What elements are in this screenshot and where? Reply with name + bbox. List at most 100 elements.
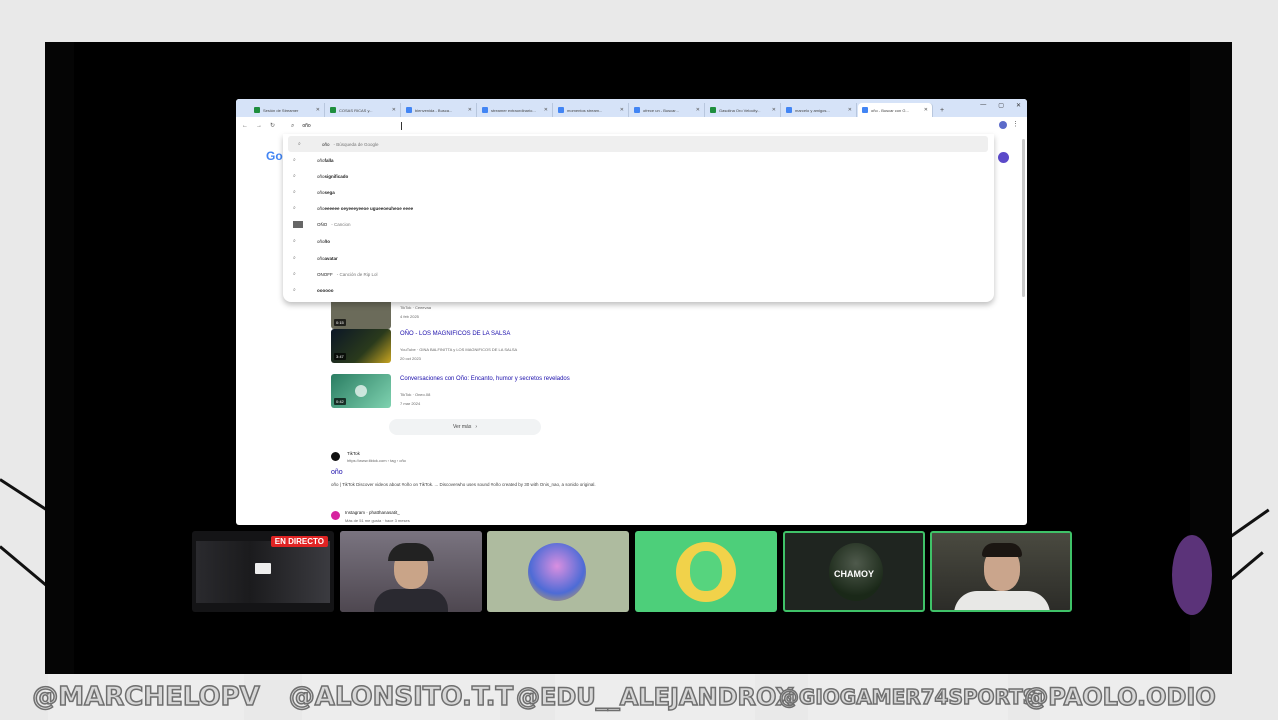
search-icon: ⌕ xyxy=(293,157,296,163)
play-icon xyxy=(355,385,367,397)
search-icon: ⌕ xyxy=(293,189,296,195)
stream-layout: Sesión de Streamer ✕ COSAS RICAS y... ✕ bi… xyxy=(0,0,1278,720)
menu-icon[interactable]: ⋮ xyxy=(1012,120,1019,128)
browser-tab[interactable]: streamer extraordinario... ✕ xyxy=(478,103,553,117)
browser-tab[interactable]: bienvenida - Busca... ✕ xyxy=(402,103,477,117)
video-result[interactable]: 3:47 OÑO - LOS MAGNIFICOS DE LA SALSA Yo… xyxy=(331,329,517,363)
search-icon: ⌕ xyxy=(293,287,296,293)
result-source-name: TikTok xyxy=(347,451,360,456)
video-date: 20 oct 2023 xyxy=(400,356,421,361)
avatar-label: CHAMOY xyxy=(834,569,874,579)
video-title[interactable]: OÑO - LOS MAGNIFICOS DE LA SALSA xyxy=(400,331,517,337)
forward-icon[interactable]: → xyxy=(256,123,262,129)
close-tab-icon[interactable]: ✕ xyxy=(620,107,624,113)
video-meta: TikTok · Oneo.08 xyxy=(400,392,431,397)
screen-share-icon xyxy=(255,563,271,574)
browser-tab[interactable]: ofrece un - Buscar... ✕ xyxy=(630,103,705,117)
video-meta: YouTube · GINA BALFINITTA y LOS MAGNIFIC… xyxy=(400,347,518,352)
tab-bar: Sesión de Streamer ✕ COSAS RICAS y... ✕ bi… xyxy=(236,99,1027,117)
username-banner: @GIOGAMER74SPORTS xyxy=(778,674,1038,720)
suggestion-item[interactable]: ⌕ oooooo xyxy=(283,282,994,298)
suggestion-item[interactable]: ⌕ oño falla xyxy=(283,152,994,168)
address-bar[interactable]: ⌕ oño xyxy=(285,119,994,133)
song-thumbnail-icon xyxy=(293,220,303,228)
close-tab-icon[interactable]: ✕ xyxy=(696,107,700,113)
tab-favicon-icon xyxy=(786,107,792,113)
shared-browser-window: Sesión de Streamer ✕ COSAS RICAS y... ✕ bi… xyxy=(236,99,1027,525)
close-window-icon[interactable]: ✕ xyxy=(1016,102,1021,109)
participant-tile-avatar[interactable] xyxy=(487,531,629,612)
decor-blob xyxy=(1172,535,1212,615)
close-tab-icon[interactable]: ✕ xyxy=(924,107,928,113)
browser-tab[interactable]: Sesión de Streamer ✕ xyxy=(250,103,325,117)
browser-tab[interactable]: momentos stream... ✕ xyxy=(554,103,629,117)
close-tab-icon[interactable]: ✕ xyxy=(544,107,548,113)
window-controls: — ▢ ✕ xyxy=(980,102,1021,109)
video-date: 7 mar 2024 xyxy=(400,401,421,406)
minimize-icon[interactable]: — xyxy=(980,102,986,109)
participant-tile-webcam[interactable] xyxy=(340,531,482,612)
search-suggestions-dropdown: ⌕ oño - Búsqueda de Google ⌕ oño falla ⌕ oño … xyxy=(283,134,994,302)
result-meta: Más de 51 me gusta · hace 3 meses xyxy=(345,518,410,523)
video-thumbnail[interactable]: 3:47 xyxy=(331,329,391,363)
browser-tab[interactable]: marcelo y amigos... ✕ xyxy=(782,103,857,117)
suggestion-item[interactable]: ⌕ oño avatar xyxy=(283,250,994,266)
close-tab-icon[interactable]: ✕ xyxy=(772,107,776,113)
tab-favicon-icon xyxy=(862,107,868,113)
back-icon[interactable]: ← xyxy=(242,123,248,129)
google-logo[interactable]: Go xyxy=(266,149,283,163)
tab-favicon-icon xyxy=(558,107,564,113)
browser-tab-active[interactable]: oño - Buscar con G... ✕ xyxy=(858,103,933,117)
close-tab-icon[interactable]: ✕ xyxy=(468,107,472,113)
search-icon: ⌕ xyxy=(293,238,296,244)
close-tab-icon[interactable]: ✕ xyxy=(848,107,852,113)
new-tab-icon[interactable]: + xyxy=(940,107,944,114)
browser-tab[interactable]: Gasolina Oro Velocity... ✕ xyxy=(706,103,781,117)
video-thumbnail[interactable]: 0:42 xyxy=(331,374,391,408)
live-badge: EN DIRECTO xyxy=(270,536,328,547)
suggestion-item[interactable]: ⌕ oño eeeeee oeyeeeyeeoe ugueeoeuheoe eeee xyxy=(283,200,994,216)
video-date: 4 feb 2025 xyxy=(400,314,419,319)
search-icon: ⌕ xyxy=(293,271,296,277)
profile-avatar[interactable] xyxy=(999,121,1007,129)
browser-tab[interactable]: COSAS RICAS y... ✕ xyxy=(326,103,401,117)
search-icon: ⌕ xyxy=(293,173,296,179)
text-caret xyxy=(400,122,402,130)
suggestion-item[interactable]: ⌕ oño significado xyxy=(283,168,994,184)
suggestion-item[interactable]: ⌕ oño - Búsqueda de Google xyxy=(288,136,988,152)
video-title[interactable]: Conversaciones con Oño: Encanto, humor y… xyxy=(400,376,570,382)
participant-tile-webcam[interactable] xyxy=(930,531,1072,612)
maximize-icon[interactable]: ▢ xyxy=(998,102,1004,109)
suggestion-item[interactable]: ⌕ oño ño xyxy=(283,233,994,249)
close-tab-icon[interactable]: ✕ xyxy=(316,107,320,113)
participant-tile-avatar[interactable] xyxy=(635,531,777,612)
discord-mascot-icon xyxy=(690,551,722,591)
result-source-name: Instagram · phatthanasatit_ xyxy=(345,510,400,515)
account-avatar[interactable] xyxy=(998,152,1009,163)
tiktok-logo-icon xyxy=(331,452,340,461)
tab-favicon-icon xyxy=(406,107,412,113)
see-more-button[interactable]: Ver más › xyxy=(389,419,541,435)
username-banner: @ALONSITO.T.T xyxy=(288,674,514,720)
participant-tile-avatar[interactable]: CHAMOY xyxy=(783,531,925,612)
result-snippet: oño | TikTok Discover videos about #oño … xyxy=(331,482,596,487)
result-title[interactable]: oño xyxy=(331,469,343,476)
search-icon: ⌕ xyxy=(293,255,296,261)
suggestion-item[interactable]: ⌕ ONOFF - Canción de Rip Lol xyxy=(283,266,994,282)
participant-body xyxy=(374,589,448,612)
reload-icon[interactable]: ↻ xyxy=(270,122,275,129)
search-icon: ⌕ xyxy=(291,122,295,129)
close-tab-icon[interactable]: ✕ xyxy=(392,107,396,113)
result-url[interactable]: https://www.tiktok.com › tag › oño xyxy=(347,458,467,463)
participant-body xyxy=(954,591,1050,610)
participant-tile-screen-share[interactable]: EN DIRECTO xyxy=(192,531,334,612)
search-icon: ⌕ xyxy=(298,141,301,147)
tab-favicon-icon xyxy=(330,107,336,113)
instagram-logo-icon xyxy=(331,511,340,520)
username-banner: @EDU__ALEJANDROX xyxy=(515,674,795,720)
page-scrollbar[interactable] xyxy=(1022,139,1025,297)
username-banner: @MARCHELOPV xyxy=(31,674,261,720)
suggestion-item[interactable]: ⌕ oño sega xyxy=(283,184,994,200)
suggestion-item[interactable]: OÑO - Cancion xyxy=(283,216,994,232)
video-result[interactable]: 0:42 Conversaciones con Oño: Encanto, hu… xyxy=(331,374,570,408)
